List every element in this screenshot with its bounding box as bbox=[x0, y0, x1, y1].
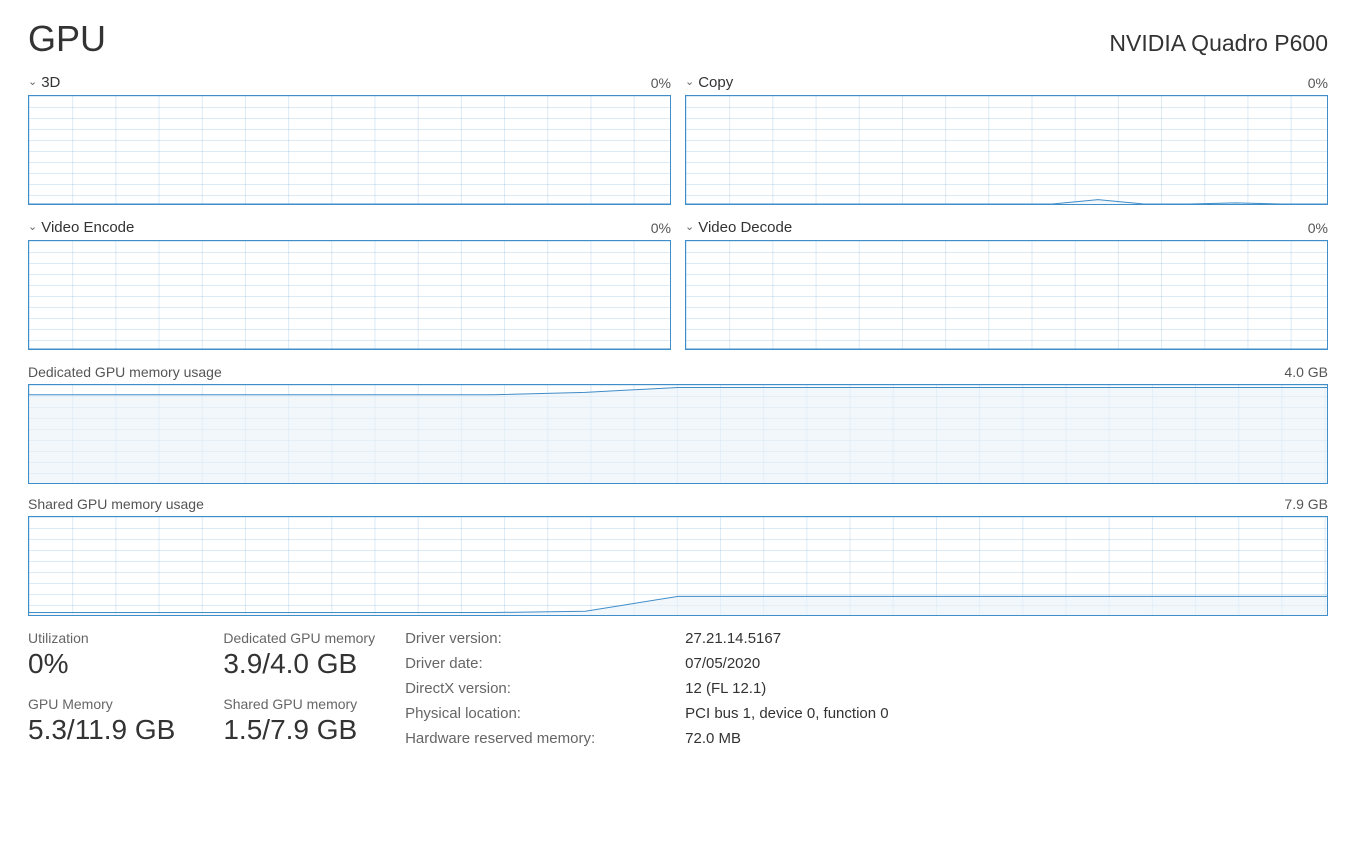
dedicated-memory-section: Dedicated GPU memory usage 4.0 GB bbox=[28, 364, 1328, 484]
prop-label: Driver version: bbox=[405, 630, 595, 647]
stat-label: GPU Memory bbox=[28, 696, 175, 712]
stat-value: 5.3/11.9 GB bbox=[28, 714, 175, 746]
shared-memory-max: 7.9 GB bbox=[1284, 496, 1328, 512]
stat-label: Utilization bbox=[28, 630, 175, 646]
engine-video-encode: ⌄ Video Encode 0% bbox=[28, 219, 671, 350]
stats-row: Utilization 0% Dedicated GPU memory 3.9/… bbox=[28, 630, 1328, 747]
engine-3d: ⌄ 3D 0% bbox=[28, 74, 671, 205]
chevron-down-icon: ⌄ bbox=[28, 77, 37, 88]
properties-table: Driver version: 27.21.14.5167 Driver dat… bbox=[405, 630, 889, 747]
engine-percent: 0% bbox=[1308, 75, 1328, 91]
prop-label: Driver date: bbox=[405, 655, 595, 672]
stat-value: 0% bbox=[28, 648, 175, 680]
prop-label: Physical location: bbox=[405, 705, 595, 722]
dedicated-memory-max: 4.0 GB bbox=[1284, 364, 1328, 380]
prop-value: 07/05/2020 bbox=[685, 655, 888, 672]
stat-value: 1.5/7.9 GB bbox=[223, 714, 375, 746]
engines-grid: ⌄ 3D 0% ⌄ Copy 0% ⌄ Video Encode 0% bbox=[28, 74, 1328, 350]
engine-label: 3D bbox=[41, 74, 60, 91]
engine-graph-copy bbox=[685, 95, 1328, 205]
engine-video-decode: ⌄ Video Decode 0% bbox=[685, 219, 1328, 350]
engine-label: Video Encode bbox=[41, 219, 134, 236]
engine-percent: 0% bbox=[651, 220, 671, 236]
chevron-down-icon: ⌄ bbox=[685, 222, 694, 233]
stat-gpu-memory: GPU Memory 5.3/11.9 GB bbox=[28, 696, 175, 748]
stat-value: 3.9/4.0 GB bbox=[223, 648, 375, 680]
prop-value: PCI bus 1, device 0, function 0 bbox=[685, 705, 888, 722]
engine-selector-3d[interactable]: ⌄ 3D bbox=[28, 74, 60, 91]
engine-label: Video Decode bbox=[698, 219, 792, 236]
engine-selector-copy[interactable]: ⌄ Copy bbox=[685, 74, 733, 91]
engine-selector-video-decode[interactable]: ⌄ Video Decode bbox=[685, 219, 792, 236]
prop-value: 12 (FL 12.1) bbox=[685, 680, 888, 697]
engine-percent: 0% bbox=[1308, 220, 1328, 236]
prop-value: 27.21.14.5167 bbox=[685, 630, 888, 647]
prop-value: 72.0 MB bbox=[685, 730, 888, 747]
stat-label: Dedicated GPU memory bbox=[223, 630, 375, 646]
gpu-name: NVIDIA Quadro P600 bbox=[1109, 30, 1328, 57]
stat-shared-memory: Shared GPU memory 1.5/7.9 GB bbox=[223, 696, 375, 748]
engine-graph-video-decode bbox=[685, 240, 1328, 350]
page-title: GPU bbox=[28, 18, 106, 60]
engine-graph-video-encode bbox=[28, 240, 671, 350]
stat-utilization: Utilization 0% bbox=[28, 630, 175, 682]
shared-memory-graph bbox=[28, 516, 1328, 616]
dedicated-memory-graph bbox=[28, 384, 1328, 484]
engine-copy: ⌄ Copy 0% bbox=[685, 74, 1328, 205]
shared-memory-label: Shared GPU memory usage bbox=[28, 496, 204, 512]
engine-label: Copy bbox=[698, 74, 733, 91]
prop-label: Hardware reserved memory: bbox=[405, 730, 595, 747]
stat-label: Shared GPU memory bbox=[223, 696, 375, 712]
stat-dedicated-memory: Dedicated GPU memory 3.9/4.0 GB bbox=[223, 630, 375, 682]
engine-percent: 0% bbox=[651, 75, 671, 91]
prop-label: DirectX version: bbox=[405, 680, 595, 697]
chevron-down-icon: ⌄ bbox=[685, 77, 694, 88]
chevron-down-icon: ⌄ bbox=[28, 222, 37, 233]
engine-selector-video-encode[interactable]: ⌄ Video Encode bbox=[28, 219, 134, 236]
engine-graph-3d bbox=[28, 95, 671, 205]
shared-memory-section: Shared GPU memory usage 7.9 GB bbox=[28, 496, 1328, 616]
dedicated-memory-label: Dedicated GPU memory usage bbox=[28, 364, 222, 380]
